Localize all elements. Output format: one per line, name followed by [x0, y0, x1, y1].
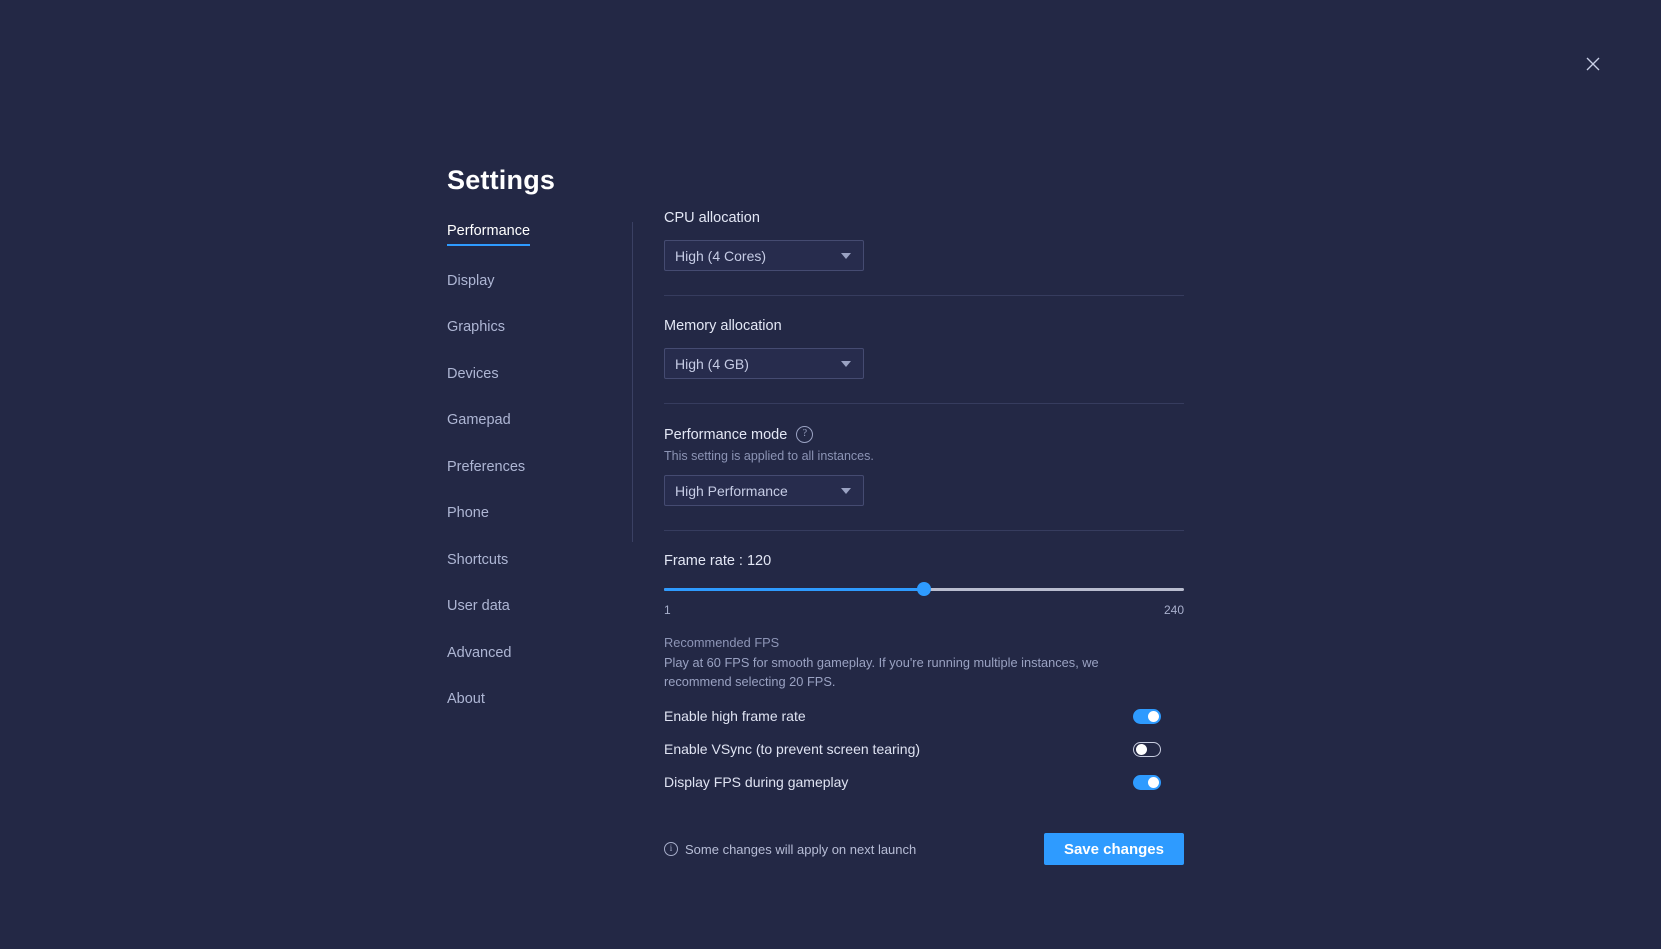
toggle-vsync[interactable]	[1133, 742, 1161, 757]
performance-mode-select[interactable]: High Performance	[664, 475, 864, 506]
sidebar-item-shortcuts[interactable]: Shortcuts	[447, 553, 508, 572]
sidebar-item-display[interactable]: Display	[447, 274, 495, 293]
recommended-fps-title: Recommended FPS	[664, 635, 1184, 650]
sidebar-item-preferences[interactable]: Preferences	[447, 460, 525, 479]
memory-allocation-select[interactable]: High (4 GB)	[664, 348, 864, 379]
chevron-down-icon	[841, 488, 851, 494]
toggle-label-high-frame-rate: Enable high frame rate	[664, 708, 806, 724]
toggle-row-high-frame-rate: Enable high frame rate	[664, 708, 1161, 724]
toggle-label-vsync: Enable VSync (to prevent screen tearing)	[664, 741, 920, 757]
slider-thumb[interactable]	[917, 582, 931, 596]
slider-fill	[664, 588, 924, 591]
sidebar-item-user-data[interactable]: User data	[447, 599, 510, 618]
toggle-high-frame-rate[interactable]	[1133, 709, 1161, 724]
settings-content-panel: CPU allocation High (4 Cores) Memory all…	[664, 210, 1184, 865]
chevron-down-icon	[841, 253, 851, 259]
sidebar-item-performance[interactable]: Performance	[447, 224, 530, 246]
question-mark-icon[interactable]: ?	[796, 426, 813, 443]
toggle-label-display-fps: Display FPS during gameplay	[664, 774, 848, 790]
sidebar-item-gamepad[interactable]: Gamepad	[447, 413, 511, 432]
section-divider	[664, 295, 1184, 296]
sidebar-item-devices[interactable]: Devices	[447, 367, 499, 386]
sidebar-item-about[interactable]: About	[447, 692, 485, 711]
toggle-display-fps[interactable]	[1133, 775, 1161, 790]
sidebar-item-phone[interactable]: Phone	[447, 506, 489, 525]
frame-rate-label: Frame rate : 120	[664, 553, 1184, 569]
sidebar-item-advanced[interactable]: Advanced	[447, 646, 512, 665]
info-icon: i	[664, 842, 678, 856]
cpu-allocation-select[interactable]: High (4 Cores)	[664, 240, 864, 271]
toggle-knob	[1148, 711, 1159, 722]
cpu-allocation-section: CPU allocation High (4 Cores)	[664, 210, 1184, 271]
cpu-allocation-label: CPU allocation	[664, 210, 1184, 226]
performance-mode-sublabel: This setting is applied to all instances…	[664, 449, 1184, 463]
cpu-allocation-value: High (4 Cores)	[675, 248, 766, 264]
memory-allocation-section: Memory allocation High (4 GB)	[664, 318, 1184, 379]
toggle-knob	[1148, 777, 1159, 788]
performance-mode-label-text: Performance mode	[664, 427, 787, 443]
frame-rate-section: Frame rate : 120 1 240 Recommended FPS P…	[664, 553, 1184, 691]
close-icon	[1585, 56, 1601, 72]
chevron-down-icon	[841, 361, 851, 367]
performance-mode-label: Performance mode ?	[664, 426, 1184, 443]
settings-sidebar: Performance Display Graphics Devices Gam…	[447, 222, 577, 737]
slider-min-label: 1	[664, 603, 671, 617]
recommended-fps-body: Play at 60 FPS for smooth gameplay. If y…	[664, 654, 1164, 691]
next-launch-note-text: Some changes will apply on next launch	[685, 842, 916, 857]
sidebar-content-divider	[632, 222, 633, 542]
toggle-knob	[1136, 744, 1147, 755]
frame-rate-slider[interactable]	[664, 582, 1184, 596]
memory-allocation-value: High (4 GB)	[675, 356, 749, 372]
close-window-button[interactable]	[1579, 50, 1607, 78]
performance-mode-section: Performance mode ? This setting is appli…	[664, 426, 1184, 506]
section-divider	[664, 530, 1184, 531]
sidebar-item-graphics[interactable]: Graphics	[447, 320, 505, 339]
settings-footer: i Some changes will apply on next launch…	[664, 833, 1184, 865]
section-divider	[664, 403, 1184, 404]
memory-allocation-label: Memory allocation	[664, 318, 1184, 334]
performance-mode-value: High Performance	[675, 483, 788, 499]
page-title: Settings	[447, 165, 555, 196]
slider-max-label: 240	[1164, 603, 1184, 617]
next-launch-note: i Some changes will apply on next launch	[664, 842, 916, 857]
toggle-row-vsync: Enable VSync (to prevent screen tearing)	[664, 741, 1161, 757]
save-changes-button[interactable]: Save changes	[1044, 833, 1184, 865]
slider-range-labels: 1 240	[664, 603, 1184, 617]
toggle-row-display-fps: Display FPS during gameplay	[664, 774, 1161, 790]
